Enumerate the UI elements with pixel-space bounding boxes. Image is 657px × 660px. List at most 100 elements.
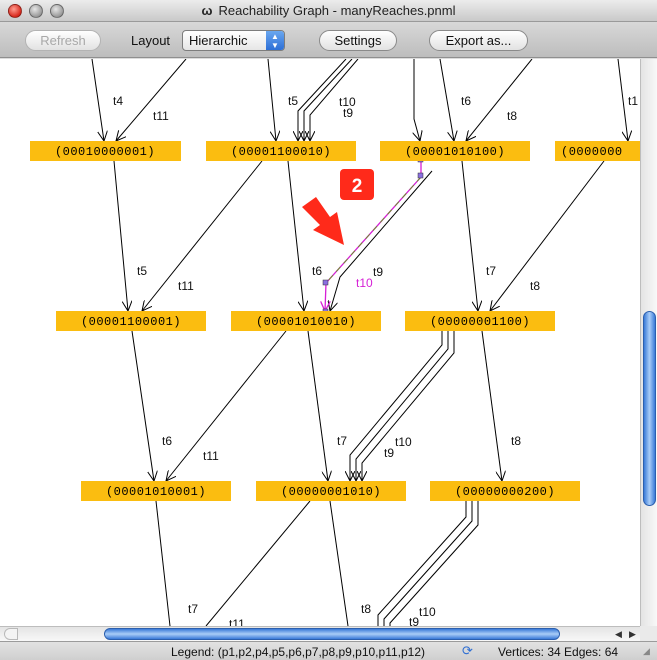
edge-label: t6	[312, 264, 322, 278]
edge-label: t8	[511, 434, 521, 448]
node-label: (00001010100)	[405, 145, 505, 159]
edge[interactable]	[131, 330, 154, 481]
edge[interactable]	[362, 331, 455, 481]
edge[interactable]	[307, 330, 328, 481]
edge[interactable]	[91, 59, 104, 141]
layout-select[interactable]: Hierarchic ▲ ▼	[182, 30, 285, 51]
window-title-wrap: ω Reachability Graph - manyReaches.pnml	[0, 3, 657, 18]
title-bar[interactable]: ω Reachability Graph - manyReaches.pnml	[0, 0, 657, 22]
edge-label: t6	[461, 94, 471, 108]
graph-node[interactable]: (00001100001)	[56, 311, 206, 331]
edge-label: t8	[530, 279, 540, 293]
node-label: (00000000200)	[455, 485, 555, 499]
refresh-button[interactable]: Refresh	[25, 30, 101, 51]
edge[interactable]	[166, 330, 287, 481]
edge-label: t5	[137, 264, 147, 278]
edge[interactable]	[350, 331, 443, 481]
edge[interactable]	[155, 500, 171, 626]
node-label: (00001010010)	[256, 315, 356, 329]
scroll-right-arrow-icon[interactable]: ▶	[625, 627, 640, 641]
graph-node[interactable]: (00000001100)	[405, 311, 555, 331]
edge-label: t9	[373, 265, 383, 279]
sync-icon[interactable]: ⟳	[462, 644, 476, 658]
edge-label: t8	[507, 109, 517, 123]
edge[interactable]	[113, 160, 128, 311]
scroll-corner	[640, 626, 657, 641]
node-label: (00000001100)	[430, 315, 530, 329]
edge[interactable]	[287, 160, 304, 311]
edge[interactable]	[267, 59, 276, 141]
edge-label: t8	[361, 602, 371, 616]
callout-arrow-icon	[302, 197, 344, 245]
edge-label: t11	[178, 279, 194, 293]
graph-node[interactable]: (00001100010)	[206, 141, 356, 161]
resize-grip-icon[interactable]: ◢	[643, 646, 655, 658]
window-title: Reachability Graph - manyReaches.pnml	[218, 3, 456, 18]
edge-label: t9	[384, 446, 394, 460]
node-label: (00001010001)	[106, 485, 206, 499]
node-label: (00001100010)	[231, 145, 331, 159]
edge[interactable]	[414, 59, 420, 141]
node-label: (00000001010)	[281, 485, 381, 499]
edge-label: t6	[162, 434, 172, 448]
edge[interactable]	[329, 500, 349, 626]
vertical-scroll-thumb[interactable]	[643, 311, 656, 506]
edge-handle[interactable]	[322, 279, 329, 286]
edge-label: t9	[343, 106, 353, 120]
graph-node[interactable]: (00010000001)	[30, 141, 181, 161]
edge[interactable]	[205, 500, 311, 626]
scroll-left-arrow-icon[interactable]: ◀	[611, 627, 626, 641]
edge-label: t1	[628, 94, 638, 108]
graph-node[interactable]: (00001010100)	[380, 141, 530, 161]
settings-button[interactable]: Settings	[319, 30, 397, 51]
scroll-track-cap	[4, 628, 18, 640]
edge[interactable]	[461, 160, 478, 311]
edges-row3	[131, 330, 502, 481]
edge[interactable]	[142, 160, 263, 311]
toolbar: Refresh Layout Hierarchic ▲ ▼ Settings Ex…	[0, 22, 657, 58]
graph-node[interactable]: (00001010001)	[81, 481, 231, 501]
edge[interactable]	[490, 160, 605, 311]
graph-svg: t4 t11 t5 t10 t9 t6 t8 t1 t5 t11 t6 t9 t…	[30, 59, 640, 626]
horizontal-scrollbar[interactable]: ◀ ▶	[0, 626, 640, 641]
graph-node[interactable]: (00000001010)	[256, 481, 406, 501]
callout-badge: 2	[340, 169, 374, 200]
vertical-scrollbar[interactable]	[640, 59, 657, 626]
select-arrows-icon: ▲ ▼	[266, 31, 284, 50]
horizontal-scroll-thumb[interactable]	[104, 628, 560, 640]
graph-canvas[interactable]: t4 t11 t5 t10 t9 t6 t8 t1 t5 t11 t6 t9 t…	[0, 59, 640, 626]
edge-label: t7	[337, 434, 347, 448]
edge-label: t7	[188, 602, 198, 616]
callout-number: 2	[352, 176, 363, 197]
graph-node[interactable]: (00001010010)	[231, 311, 381, 331]
edge-label: t10	[395, 435, 412, 449]
edge[interactable]	[356, 331, 449, 481]
edge[interactable]	[466, 59, 533, 141]
edge-label: t5	[288, 94, 298, 108]
layout-select-value: Hierarchic	[189, 33, 248, 48]
legend-text: Legend: (p1,p2,p4,p5,p6,p7,p8,p9,p10,p11…	[171, 645, 425, 659]
graph-node[interactable]: (00000000200)	[430, 481, 580, 501]
node-label: (0000000	[561, 145, 623, 159]
edge-label: t9	[409, 615, 419, 626]
edge-label: t7	[486, 264, 496, 278]
node-label: (00010000001)	[55, 145, 155, 159]
status-bar: Legend: (p1,p2,p4,p5,p6,p7,p8,p9,p10,p11…	[0, 641, 657, 660]
edge-label: t11	[229, 617, 245, 626]
edge[interactable]	[617, 59, 628, 141]
edge[interactable]	[481, 330, 502, 481]
edge-label: t11	[153, 109, 169, 123]
app-icon: ω	[201, 3, 213, 18]
graph-node[interactable]: (0000000	[555, 141, 640, 161]
edges-row1	[91, 59, 628, 141]
edge-label: t11	[203, 449, 219, 463]
graph-stats: Vertices: 34 Edges: 64	[498, 645, 619, 659]
edge-label: t10	[419, 605, 436, 619]
node-label: (00001100001)	[81, 315, 181, 329]
edge[interactable]	[439, 59, 454, 141]
edge[interactable]	[116, 59, 187, 141]
edge-handle[interactable]	[417, 172, 424, 179]
edge-label: t4	[113, 94, 123, 108]
export-button[interactable]: Export as...	[429, 30, 528, 51]
edge-label-selected: t10	[356, 276, 373, 290]
